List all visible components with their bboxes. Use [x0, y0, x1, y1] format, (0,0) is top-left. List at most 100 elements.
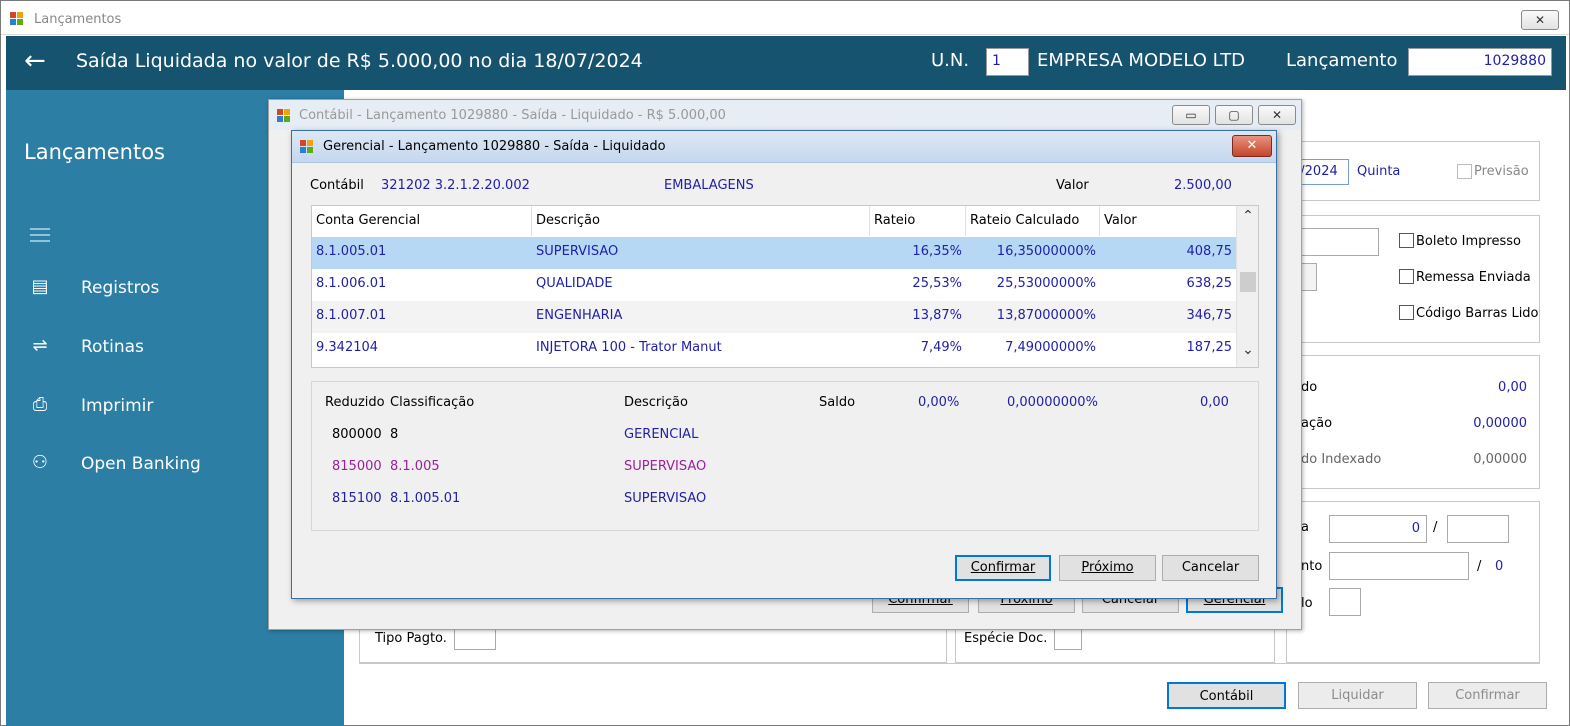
- un-input[interactable]: 1: [986, 48, 1029, 76]
- codigo-checkbox[interactable]: [1399, 305, 1414, 320]
- scroll-down-icon[interactable]: ⌄: [1237, 342, 1259, 362]
- window-title: Lançamentos: [34, 12, 122, 27]
- cell-conta: 8.1.005.01: [316, 244, 387, 259]
- app-titlebar: Lançamentos ✕: [1, 1, 1569, 35]
- sidebar-item-label: Rotinas: [81, 337, 144, 357]
- cell-rateio: 25,53%: [912, 276, 962, 291]
- cell-rateio-calculado: 7,49000000%: [1005, 340, 1096, 355]
- previsao-checkbox[interactable]: [1457, 164, 1472, 179]
- un-label: U.N.: [931, 50, 970, 71]
- contabil-code: 321202 3.2.1.2.20.002: [381, 178, 530, 193]
- gerencial-confirmar-button[interactable]: Confirmar: [955, 555, 1051, 581]
- saldo-pct-calc: 0,00000000%: [1007, 395, 1098, 410]
- divider: [359, 663, 1540, 664]
- confirmar-main-button[interactable]: Confirmar: [1428, 682, 1547, 709]
- cell-rateio-calculado: 16,35000000%: [996, 244, 1096, 259]
- hierarchy-panel: Reduzido Classificação Descrição Saldo 0…: [311, 381, 1259, 531]
- app-icon: [10, 12, 24, 26]
- hierarchy-descricao: SUPERVISAO: [624, 491, 707, 506]
- rateio-grid: Conta Gerencial Descrição Rateio Rateio …: [311, 205, 1259, 368]
- minimize-button[interactable]: ▭: [1172, 105, 1210, 125]
- gerencial-cancelar-button[interactable]: Cancelar: [1162, 555, 1259, 581]
- cell-valor: 187,25: [1186, 340, 1233, 355]
- maximize-button[interactable]: ▢: [1215, 105, 1253, 125]
- column-header-valor[interactable]: Valor: [1100, 206, 1236, 236]
- parcela-panel: a 0 / nto / 0 lo: [1286, 501, 1540, 663]
- dialog-gerencial: Gerencial - Lançamento 1029880 - Saída -…: [291, 130, 1277, 599]
- table-row[interactable]: 8.1.005.01 SUPERVISAO 16,35% 16,35000000…: [312, 237, 1236, 269]
- especie-doc-label: Espécie Doc.: [964, 631, 1048, 646]
- cell-descricao: INJETORA 100 - Trator Manut: [536, 340, 722, 355]
- vencimento-sep: /: [1477, 559, 1482, 574]
- column-header-descricao[interactable]: Descrição: [532, 206, 870, 236]
- dialog-contabil-title: Contábil - Lançamento 1029880 - Saída - …: [299, 108, 726, 123]
- hierarchy-descricao: GERENCIAL: [624, 427, 699, 442]
- saldo-panel: do 0,00 ação 0,00000 do Indexado 0,00000: [1286, 355, 1540, 489]
- cell-rateio: 7,49%: [920, 340, 962, 355]
- cell-rateio: 16,35%: [912, 244, 962, 259]
- contabil-description: EMBALAGENS: [664, 178, 754, 193]
- cell-descricao: QUALIDADE: [536, 276, 613, 291]
- hierarchy-reduzido: 815100: [332, 491, 382, 506]
- printer-icon: ⎙: [32, 394, 48, 415]
- column-header-rateio[interactable]: Rateio: [870, 206, 966, 236]
- table-row[interactable]: 9.342104 INJETORA 100 - Trator Manut 7,4…: [312, 333, 1236, 365]
- cell-rateio-calculado: 13,87000000%: [996, 308, 1096, 323]
- cell-valor: 638,25: [1186, 276, 1233, 291]
- grid-scrollbar[interactable]: ⌃ ⌄: [1236, 206, 1258, 367]
- boleto-label: Boleto Impresso: [1416, 234, 1521, 249]
- app-close-button[interactable]: ✕: [1521, 10, 1559, 30]
- hierarchy-reduzido: 800000: [332, 427, 382, 442]
- sidebar-item-label: Open Banking: [81, 454, 201, 474]
- liquidar-button[interactable]: Liquidar: [1298, 682, 1417, 709]
- remessa-checkbox[interactable]: [1399, 269, 1414, 284]
- date-panel: 7/2024 Quinta Previsão: [1286, 141, 1540, 201]
- sidebar-item-label: Imprimir: [81, 396, 154, 416]
- scroll-thumb[interactable]: [1240, 272, 1256, 292]
- saldo-header: Saldo: [819, 395, 856, 410]
- lo-input[interactable]: [1329, 588, 1361, 616]
- correcao-row-value: 0,00000: [1473, 416, 1527, 431]
- indexado-row-label: do Indexado: [1301, 452, 1382, 467]
- valor-label: Valor: [1056, 178, 1089, 193]
- saldo-pct: 0,00%: [918, 395, 960, 410]
- hierarchy-classificacao: 8.1.005: [390, 459, 440, 474]
- registros-icon: ▤: [31, 276, 49, 297]
- sidebar-title: Lançamentos: [24, 140, 166, 164]
- back-arrow-icon[interactable]: ←: [24, 46, 46, 76]
- cell-conta: 9.342104: [316, 340, 379, 355]
- dialog-gerencial-title: Gerencial - Lançamento 1029880 - Saída -…: [323, 139, 666, 154]
- scroll-up-icon[interactable]: ⌃: [1237, 208, 1259, 228]
- rotinas-icon: ⇌: [32, 335, 48, 356]
- hamburger-icon[interactable]: [30, 228, 50, 242]
- codigo-label: Código Barras Lido: [1416, 306, 1539, 321]
- descricao-header: Descrição: [624, 395, 688, 410]
- cell-rateio-calculado: 25,53000000%: [996, 276, 1096, 291]
- dialog-contabil-titlebar: Contábil - Lançamento 1029880 - Saída - …: [269, 100, 1301, 130]
- dialog-icon: [277, 109, 291, 123]
- lancamento-input[interactable]: 1029880: [1408, 48, 1552, 76]
- gerencial-proximo-button[interactable]: Próximo: [1059, 555, 1156, 581]
- dialog-gerencial-close-button[interactable]: ✕: [1232, 135, 1272, 157]
- table-row[interactable]: 8.1.006.01 QUALIDADE 25,53% 25,53000000%…: [312, 269, 1236, 301]
- column-header-conta[interactable]: Conta Gerencial: [312, 206, 532, 236]
- weekday-label: Quinta: [1357, 164, 1401, 179]
- header-bar: ← Saída Liquidada no valor de R$ 5.000,0…: [6, 36, 1566, 90]
- parcela-total-input[interactable]: [1447, 515, 1509, 543]
- cell-conta: 8.1.007.01: [316, 308, 387, 323]
- parcela-input[interactable]: 0: [1329, 515, 1427, 543]
- cell-descricao: SUPERVISAO: [536, 244, 619, 259]
- table-row[interactable]: 8.1.007.01 ENGENHARIA 13,87% 13,87000000…: [312, 301, 1236, 333]
- app-window: Lançamentos ✕ ← Saída Liquidada no valor…: [0, 0, 1570, 726]
- contabil-button[interactable]: Contábil: [1167, 682, 1286, 709]
- hierarchy-classificacao: 8: [390, 427, 399, 442]
- lo-label: lo: [1301, 596, 1313, 611]
- column-header-rateio-calculado[interactable]: Rateio Calculado: [966, 206, 1100, 236]
- boleto-checkbox[interactable]: [1399, 233, 1414, 248]
- sidebar-item-label: Registros: [81, 278, 160, 298]
- hierarchy-reduzido: 815000: [332, 459, 382, 474]
- dialog-contabil-close-button[interactable]: ✕: [1258, 105, 1296, 125]
- vencimento-input[interactable]: [1329, 552, 1469, 580]
- vencimento-label: nto: [1301, 559, 1323, 574]
- lancamento-label: Lançamento: [1286, 50, 1398, 71]
